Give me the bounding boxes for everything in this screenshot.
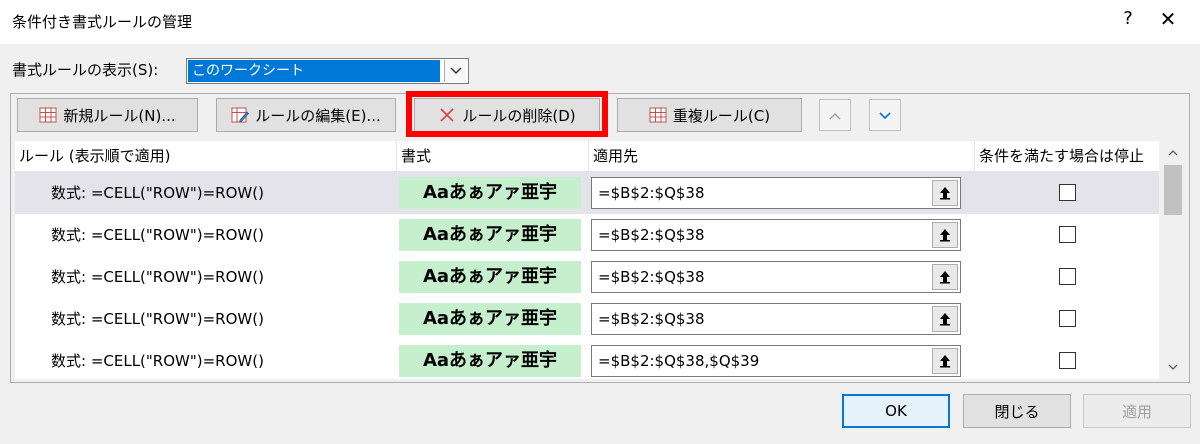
table-row[interactable]: 数式: =CELL("ROW")=ROW() Aaあぁアァ亜宇 =$B$2:$Q… <box>15 340 1159 379</box>
stop-if-true-checkbox[interactable] <box>1059 226 1076 243</box>
table-row[interactable]: 数式: =CELL("ROW")=ROW() Aaあぁアァ亜宇 =$B$2:$Q… <box>15 172 1159 214</box>
ok-button[interactable]: OK <box>842 394 950 428</box>
rules-table: ルール (表示順で適用) 書式 適用先 条件を満たす場合は停止 数式: =CEL… <box>15 141 1159 379</box>
vertical-scrollbar[interactable] <box>1161 141 1185 379</box>
applies-to-field[interactable]: =$B$2:$Q$38 <box>591 303 961 335</box>
applies-to-field[interactable]: =$B$2:$Q$38,$Q$39 <box>591 345 961 377</box>
rule-formula: 数式: =CELL("ROW")=ROW() <box>51 226 264 244</box>
collapse-dialog-icon[interactable] <box>932 264 958 290</box>
close-dialog-button[interactable]: 閉じる <box>963 394 1071 428</box>
duplicate-rule-icon <box>649 107 667 123</box>
delete-rule-highlight <box>406 91 608 137</box>
chevron-down-icon <box>879 106 891 124</box>
close-button[interactable]: ✕ <box>1157 7 1179 31</box>
applies-to-value: =$B$2:$Q$38,$Q$39 <box>598 352 760 370</box>
edit-rule-icon <box>231 107 250 123</box>
collapse-dialog-icon[interactable] <box>932 222 958 248</box>
duplicate-rule-button[interactable]: 重複ルール(C) <box>617 98 802 132</box>
applies-to-field[interactable]: =$B$2:$Q$38 <box>591 177 961 209</box>
move-down-button[interactable] <box>869 99 901 131</box>
applies-to-field[interactable]: =$B$2:$Q$38 <box>591 219 961 251</box>
applies-to-value: =$B$2:$Q$38 <box>598 184 705 202</box>
help-button[interactable]: ? <box>1118 8 1138 29</box>
stop-if-true-checkbox[interactable] <box>1059 184 1076 201</box>
collapse-dialog-icon[interactable] <box>932 348 958 374</box>
edit-rule-button[interactable]: ルールの編集(E)... <box>216 98 396 132</box>
duplicate-rule-label: 重複ルール(C) <box>672 106 771 125</box>
rule-formula: 数式: =CELL("ROW")=ROW() <box>51 184 264 202</box>
window-title: 条件付き書式ルールの管理 <box>12 13 193 31</box>
apply-button[interactable]: 適用 <box>1083 394 1191 428</box>
format-preview: Aaあぁアァ亜宇 <box>399 219 581 251</box>
table-row[interactable]: 数式: =CELL("ROW")=ROW() Aaあぁアァ亜宇 =$B$2:$Q… <box>15 298 1159 340</box>
rule-formula: 数式: =CELL("ROW")=ROW() <box>51 310 264 328</box>
applies-to-value: =$B$2:$Q$38 <box>598 226 705 244</box>
collapse-dialog-icon[interactable] <box>932 180 958 206</box>
scroll-down-icon[interactable] <box>1161 355 1185 379</box>
format-preview: Aaあぁアァ亜宇 <box>399 261 581 293</box>
chevron-up-icon <box>829 106 841 124</box>
applies-to-value: =$B$2:$Q$38 <box>598 310 705 328</box>
chevron-down-icon[interactable] <box>444 60 467 82</box>
edit-rule-label: ルールの編集(E)... <box>255 106 381 125</box>
new-rule-label: 新規ルール(N)... <box>63 106 176 125</box>
stop-if-true-checkbox[interactable] <box>1059 352 1076 369</box>
show-rules-dropdown[interactable]: このワークシート <box>186 58 469 84</box>
rule-formula: 数式: =CELL("ROW")=ROW() <box>51 268 264 286</box>
show-rules-selected: このワークシート <box>188 60 440 82</box>
rule-formula: 数式: =CELL("ROW")=ROW() <box>51 352 264 370</box>
scroll-up-icon[interactable] <box>1161 141 1185 165</box>
applies-to-field[interactable]: =$B$2:$Q$38 <box>591 261 961 293</box>
header-stop-if-true[interactable]: 条件を満たす場合は停止 <box>975 141 1159 171</box>
header-applies-to[interactable]: 適用先 <box>589 141 975 171</box>
collapse-dialog-icon[interactable] <box>932 306 958 332</box>
header-rule[interactable]: ルール (表示順で適用) <box>15 141 397 171</box>
new-rule-button[interactable]: 新規ルール(N)... <box>17 98 198 132</box>
applies-to-value: =$B$2:$Q$38 <box>598 268 705 286</box>
scrollbar-thumb[interactable] <box>1164 165 1182 215</box>
table-row[interactable]: 数式: =CELL("ROW")=ROW() Aaあぁアァ亜宇 =$B$2:$Q… <box>15 256 1159 298</box>
stop-if-true-checkbox[interactable] <box>1059 268 1076 285</box>
new-rule-icon <box>39 107 57 123</box>
show-rules-label: 書式ルールの表示(S): <box>12 59 158 80</box>
show-rules-label-text: 書式ルールの表示(S): <box>12 61 159 79</box>
move-up-button[interactable] <box>819 99 851 131</box>
format-preview: Aaあぁアァ亜宇 <box>399 345 581 377</box>
stop-if-true-checkbox[interactable] <box>1059 310 1076 327</box>
table-header: ルール (表示順で適用) 書式 適用先 条件を満たす場合は停止 <box>15 141 1159 172</box>
format-preview: Aaあぁアァ亜宇 <box>399 177 581 209</box>
format-preview: Aaあぁアァ亜宇 <box>399 303 581 335</box>
table-row[interactable]: 数式: =CELL("ROW")=ROW() Aaあぁアァ亜宇 =$B$2:$Q… <box>15 214 1159 256</box>
header-format[interactable]: 書式 <box>397 141 589 171</box>
